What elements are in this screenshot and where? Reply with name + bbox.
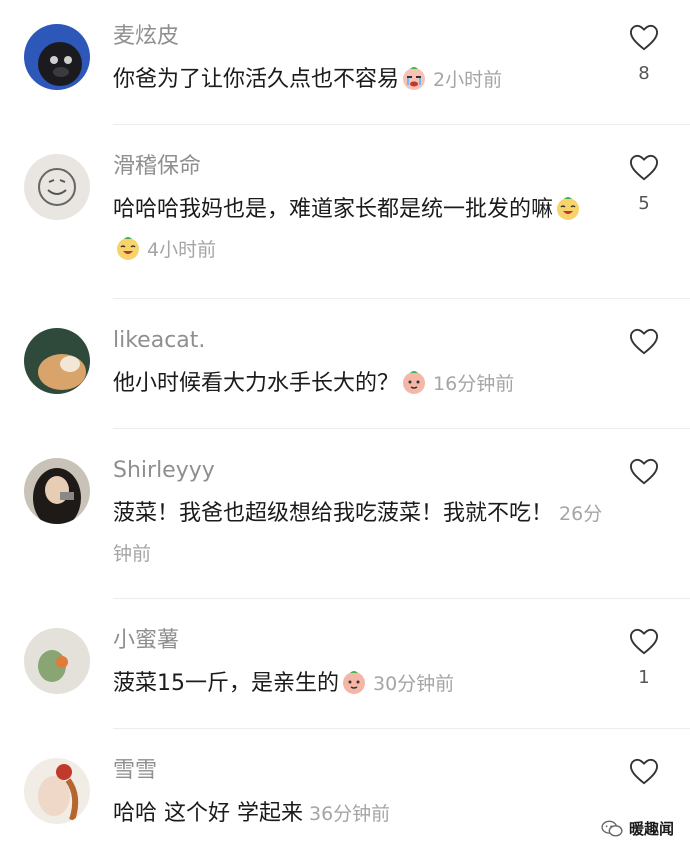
divider (113, 728, 690, 729)
like-control[interactable] (620, 328, 668, 368)
username[interactable]: Shirleyyy (113, 458, 215, 484)
like-control[interactable] (620, 758, 668, 798)
comment-text: 他小时候看大力水手长大的？ 16分钟前 (113, 364, 603, 404)
peach-face-emoji-icon (401, 369, 427, 395)
comment-time: 36分钟前 (309, 803, 391, 825)
crying-face-emoji-icon (401, 65, 427, 91)
comment-time: 4小时前 (147, 239, 217, 261)
username[interactable]: likeacat. (113, 328, 205, 354)
username[interactable]: 滑稽保命 (113, 154, 201, 180)
heart-icon[interactable] (620, 758, 668, 786)
like-control[interactable]: 5 (620, 154, 668, 214)
heart-icon[interactable] (620, 328, 668, 356)
avatar[interactable] (24, 458, 90, 524)
like-control[interactable] (620, 458, 668, 498)
avatar[interactable] (24, 758, 90, 824)
comment-time: 30分钟前 (373, 673, 455, 695)
peach-face-emoji-icon (341, 669, 367, 695)
like-count: 1 (638, 667, 650, 688)
comment-body: 你爸为了让你活久点也不容易 (113, 67, 400, 92)
avatar[interactable] (24, 24, 90, 90)
like-control[interactable]: 1 (620, 628, 668, 688)
comment-time: 16分钟前 (433, 373, 515, 395)
heart-icon[interactable] (620, 628, 668, 656)
heart-icon[interactable] (620, 458, 668, 486)
comment-text: 菠菜！我爸也超级想给我吃菠菜！我就不吃！ 26分钟前 (113, 494, 603, 574)
divider (113, 428, 690, 429)
divider (113, 598, 690, 599)
divider (113, 298, 690, 299)
laughing-face-emoji-icon (555, 195, 581, 221)
like-count: 8 (638, 63, 650, 84)
username[interactable]: 小蜜薯 (113, 628, 179, 654)
comment-body: 菠菜！我爸也超级想给我吃菠菜！我就不吃！ (113, 501, 554, 526)
comment-text: 哈哈 这个好 学起来 36分钟前 (113, 794, 603, 834)
comment-body: 菠菜15一斤，是亲生的 (113, 671, 339, 696)
divider (113, 124, 690, 125)
like-count: 5 (638, 193, 650, 214)
comment-text: 菠菜15一斤，是亲生的 30分钟前 (113, 664, 603, 704)
comment-body: 哈哈哈我妈也是，难道家长都是统一批发的嘛 (113, 197, 554, 222)
heart-icon[interactable] (620, 24, 668, 52)
comment-text: 哈哈哈我妈也是，难道家长都是统一批发的嘛 4小时前 (113, 190, 603, 270)
heart-icon[interactable] (620, 154, 668, 182)
avatar[interactable] (24, 328, 90, 394)
laughing-face-emoji-icon (115, 235, 141, 261)
comment-body: 他小时候看大力水手长大的？ (113, 371, 400, 396)
avatar[interactable] (24, 628, 90, 694)
avatar[interactable] (24, 154, 90, 220)
like-control[interactable]: 8 (620, 24, 668, 84)
comment-time: 2小时前 (433, 69, 503, 91)
comment-body: 哈哈 这个好 学起来 (113, 801, 303, 826)
username[interactable]: 麦炫皮 (113, 24, 179, 50)
watermark-text: 暖趣闻 (628, 820, 674, 838)
watermark: 暖趣闻 (601, 818, 674, 839)
username[interactable]: 雪雪 (113, 758, 157, 784)
comment-text: 你爸为了让你活久点也不容易 2小时前 (113, 60, 603, 100)
wechat-icon (601, 820, 623, 838)
